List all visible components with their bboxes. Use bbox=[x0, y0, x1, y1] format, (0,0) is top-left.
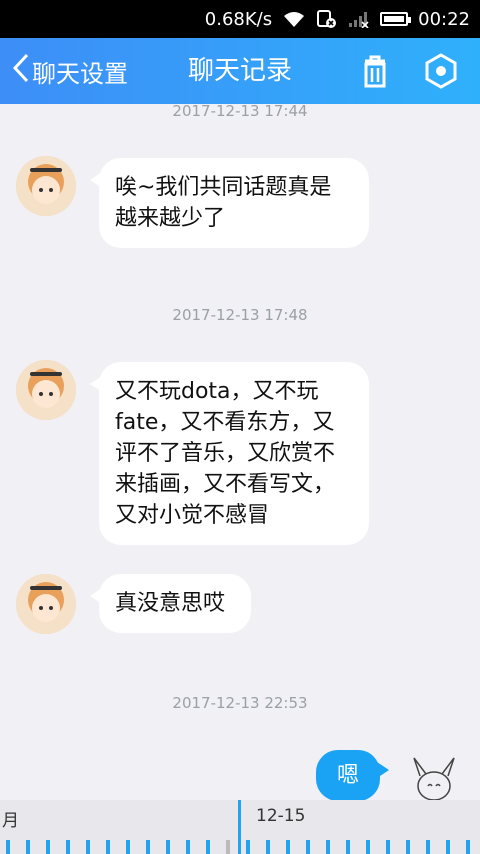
date-timeline[interactable]: 月 12-15 bbox=[0, 800, 480, 854]
hexagon-settings-icon bbox=[425, 53, 457, 89]
timeline-tick bbox=[6, 840, 10, 854]
timeline-tick bbox=[206, 840, 210, 854]
chevron-left-icon bbox=[12, 52, 30, 90]
timeline-tick bbox=[326, 840, 330, 854]
timeline-tick bbox=[126, 840, 130, 854]
status-bar: 0.68K/s 00:22 bbox=[0, 0, 480, 38]
timeline-tick bbox=[186, 840, 190, 854]
message-bubble[interactable]: 又不玩dota，又不玩fate，又不看东方，又评不了音乐，又欣赏不来插画，又不看… bbox=[90, 362, 369, 545]
message-bubble[interactable]: 唉~我们共同话题真是越来越少了 bbox=[90, 158, 369, 248]
message-timestamp: 2017-12-13 17:48 bbox=[172, 306, 308, 324]
message-bubble[interactable]: 真没意思哎 bbox=[90, 574, 251, 633]
timeline-tick bbox=[246, 840, 250, 854]
message-text: 又不玩dota，又不玩fate，又不看东方，又评不了音乐，又欣赏不来插画，又不看… bbox=[115, 379, 336, 528]
settings-button[interactable] bbox=[422, 52, 460, 90]
timeline-tick bbox=[346, 840, 350, 854]
timeline-tick bbox=[106, 840, 110, 854]
timeline-ticks bbox=[6, 840, 470, 854]
timeline-tick bbox=[86, 840, 90, 854]
back-button[interactable]: 聊天设置 bbox=[12, 38, 128, 104]
timeline-tick bbox=[26, 840, 30, 854]
timeline-tick bbox=[466, 840, 470, 854]
delete-button[interactable] bbox=[356, 52, 394, 90]
my-message-bubble[interactable]: 嗯 bbox=[316, 750, 389, 800]
timeline-month-label: 月 bbox=[2, 811, 19, 831]
signal-icon bbox=[348, 10, 370, 28]
timeline-tick bbox=[46, 840, 50, 854]
back-label: 聊天设置 bbox=[32, 59, 128, 88]
chat-history[interactable]: 2017-12-13 17:44 唉~我们共同话题真是越来越少了 2017-12… bbox=[0, 104, 480, 800]
timeline-tick bbox=[66, 840, 70, 854]
timeline-date-label: 12-15 bbox=[256, 806, 306, 826]
avatar[interactable] bbox=[16, 360, 76, 420]
clock: 00:22 bbox=[418, 8, 470, 30]
my-avatar[interactable] bbox=[404, 750, 464, 800]
timeline-tick bbox=[146, 840, 150, 854]
network-speed: 0.68K/s bbox=[204, 8, 273, 30]
trash-icon bbox=[364, 55, 386, 88]
avatar[interactable] bbox=[16, 574, 76, 634]
message-timestamp: 2017-12-13 22:53 bbox=[172, 694, 308, 712]
timeline-tick bbox=[226, 840, 230, 854]
timeline-tick bbox=[286, 840, 290, 854]
message-text: 唉~我们共同话题真是越来越少了 bbox=[115, 175, 332, 231]
timeline-tick bbox=[386, 840, 390, 854]
timeline-tick bbox=[406, 840, 410, 854]
message-text: 嗯 bbox=[336, 763, 359, 788]
wifi-icon bbox=[282, 10, 306, 28]
timeline-tick bbox=[166, 840, 170, 854]
message-timestamp: 2017-12-13 17:44 bbox=[172, 104, 308, 120]
title-bar: 聊天设置 聊天记录 bbox=[0, 38, 480, 104]
timeline-tick bbox=[306, 840, 310, 854]
timeline-tick bbox=[366, 840, 370, 854]
timeline-tick bbox=[266, 840, 270, 854]
timeline-tick bbox=[426, 840, 430, 854]
timeline-tick bbox=[446, 840, 450, 854]
avatar[interactable] bbox=[16, 156, 76, 216]
battery-icon bbox=[380, 12, 412, 26]
sim-icon bbox=[316, 10, 338, 28]
message-text: 真没意思哎 bbox=[115, 591, 226, 616]
